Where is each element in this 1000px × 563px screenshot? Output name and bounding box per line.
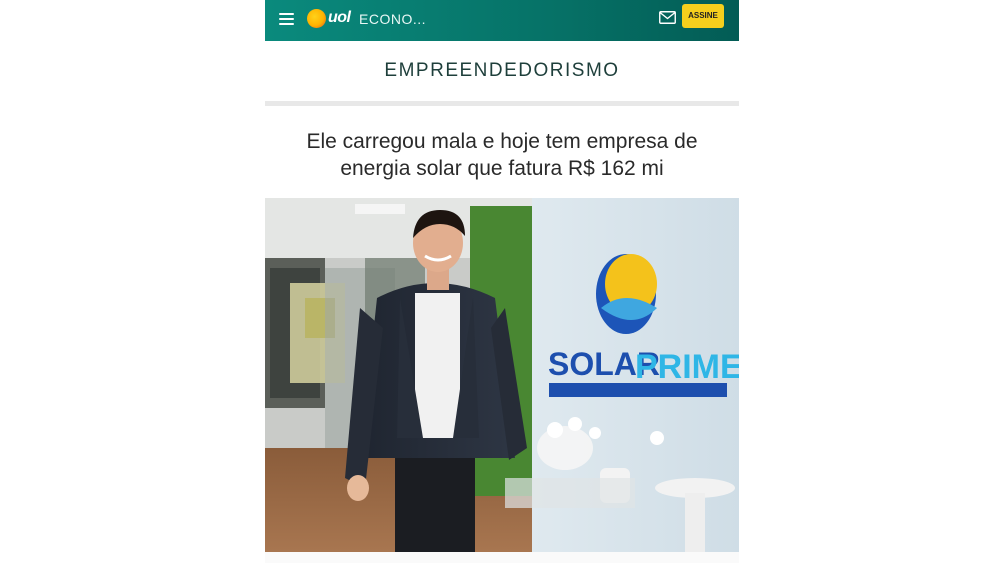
mail-icon[interactable] xyxy=(659,11,676,24)
subscribe-button[interactable]: ASSINE xyxy=(682,4,724,28)
channel-title[interactable]: EMPREENDEDORISMO xyxy=(265,41,739,101)
logo-ball-icon xyxy=(307,8,326,28)
section-divider xyxy=(265,101,739,106)
menu-icon[interactable] xyxy=(279,12,294,26)
article-photo-illustration: SOLAR PRIME xyxy=(265,198,739,552)
article-headline[interactable]: Ele carregou mala e hoje tem empresa de … xyxy=(285,128,719,182)
mobile-page: uol ECONO... ASSINE EMPREENDEDORISMO Ele… xyxy=(265,0,739,563)
top-bar: uol ECONO... ASSINE xyxy=(265,0,739,41)
photo-caption-strip xyxy=(265,552,739,563)
logo-text: uol xyxy=(328,9,351,26)
section-label[interactable]: ECONO... xyxy=(359,11,426,27)
uol-logo[interactable]: uol xyxy=(307,7,351,29)
brand-text-right: PRIME xyxy=(635,348,739,386)
article-photo[interactable]: SOLAR PRIME xyxy=(265,198,739,552)
